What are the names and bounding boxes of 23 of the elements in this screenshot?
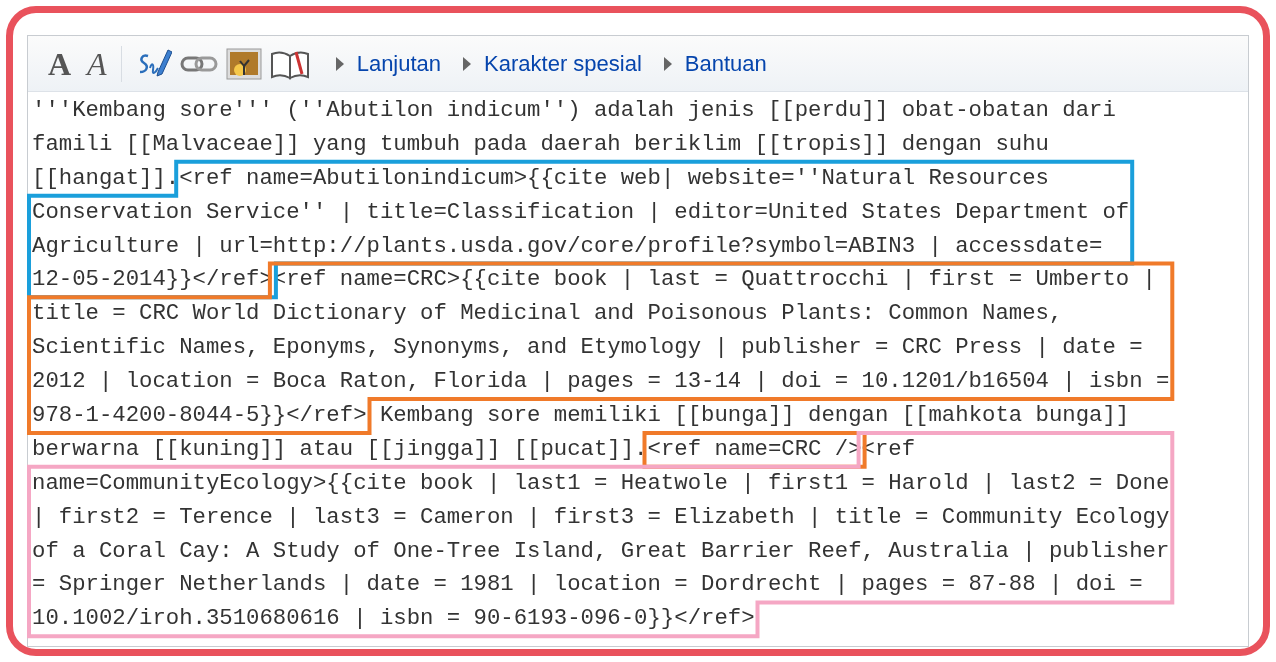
- caret-icon: [463, 56, 473, 71]
- wikitext-line: | first2 = Terence | last3 = Cameron | first3 = Elizabeth | title = Community Ecology: [32, 502, 1170, 532]
- wikitext-line: Agriculture | url=http://plants.usda.gov/core/profile?symbol=ABIN3 | accessdate=: [32, 231, 1103, 261]
- wikitext-line: 2012 | location = Boca Raton, Florida | pages = 13-14 | doi = 10.1201/b16504 | isbn =: [32, 367, 1170, 397]
- menu-link[interactable]: Karakter spesial: [463, 47, 642, 80]
- wikitext-line: 978-1-4200-8044-5}}</ref> Kembang sore memiliki [[bunga]] dengan [[mahkota bunga]]: [32, 401, 1130, 430]
- wikitext-line: of a Coral Cay: A Study of One-Tree Island, Great Barrier Reef, Australia | publisher: [32, 536, 1170, 566]
- wikitext-line: [[hangat]].<ref name=Abutilonindicum>{{cite web| website=''Natural Resources: [32, 163, 1049, 193]
- bold-button[interactable]: A: [40, 47, 80, 80]
- wikitext-line: Scientific Names, Eponyms, Synonyms, and Etymology | publisher = CRC Press | date =: [32, 333, 1143, 363]
- menu-link[interactable]: Bantuan: [663, 47, 767, 80]
- wikitext-line: title = CRC World Dictionary of Medicinal and Poisonous Plants: Common Names,: [32, 299, 1063, 329]
- italic-button[interactable]: A: [79, 47, 115, 80]
- wikitext-line: 10.1002/iroh.3510680616 | isbn = 90-6193-096-0}}</ref>: [32, 604, 755, 634]
- menu-link[interactable]: Lanjutan: [335, 47, 442, 80]
- picture-icon: [225, 47, 262, 80]
- caret-icon: [663, 56, 673, 71]
- wikitext-line: name=CommunityEcology>{{cite book | last1 = Heatwole | first1 = Harold | last2 = Done: [32, 468, 1170, 498]
- wikitext-line: famili [[Malvaceae]] yang tumbuh pada daerah beriklim [[tropis]] dengan suhu: [32, 129, 1049, 159]
- wikitext-line: Conservation Service'' | title=Classification | editor=United States Department of: [32, 197, 1130, 227]
- wikitext-line: '''Kembang sore''' (''Abutilon indicum'') adalah jenis [[perdu]] obat-obatan dari: [32, 96, 1116, 125]
- wikitext-line: = Springer Netherlands | date = 1981 | location = Dordrecht | pages = 87-88 | doi =: [32, 570, 1143, 600]
- caret-icon: [335, 56, 345, 71]
